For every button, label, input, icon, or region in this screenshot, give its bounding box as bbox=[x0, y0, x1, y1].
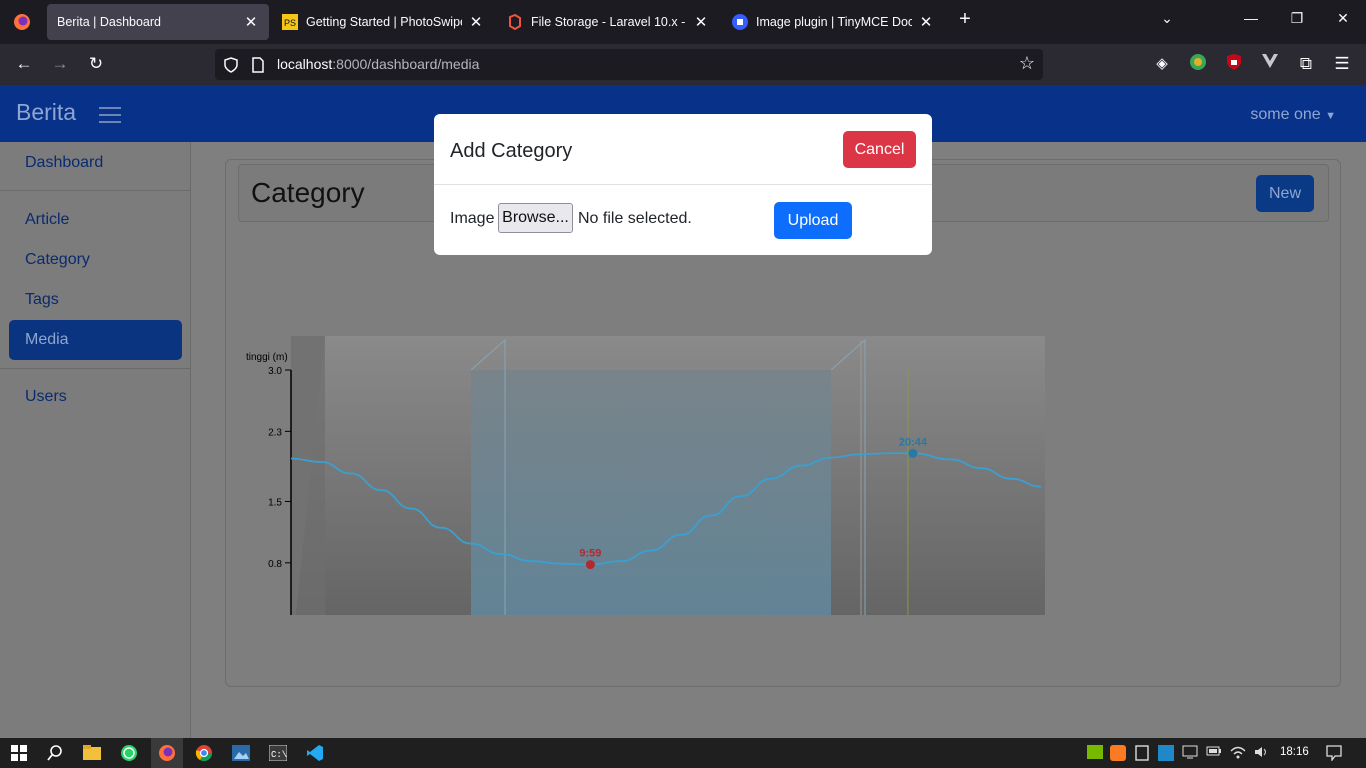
sidebar-item-media[interactable]: Media bbox=[9, 320, 182, 360]
windows-start-icon[interactable] bbox=[9, 743, 29, 763]
extension-icon[interactable] bbox=[1187, 53, 1209, 75]
image-label: Image bbox=[450, 210, 495, 227]
firefox-taskbar-icon[interactable] bbox=[151, 738, 183, 768]
close-tab-icon[interactable]: ✕ bbox=[918, 13, 934, 31]
photoswipe-icon: PS bbox=[282, 14, 298, 30]
minimize-icon[interactable]: — bbox=[1239, 10, 1263, 26]
page-icon bbox=[252, 57, 264, 73]
tide-extreme-label: 9:59 bbox=[579, 548, 601, 560]
add-category-modal: Add Category Cancel Image Browse... No f… bbox=[434, 114, 932, 255]
y-tick-label: 1.5 bbox=[268, 497, 282, 508]
firefox-menu-button[interactable] bbox=[8, 4, 36, 40]
laravel-icon bbox=[507, 14, 523, 30]
vue-devtools-icon[interactable] bbox=[1259, 53, 1281, 75]
tab-photoswipe[interactable]: PS Getting Started | PhotoSwipe ✕ bbox=[272, 4, 494, 40]
notifications-icon[interactable] bbox=[1326, 745, 1342, 762]
nvidia-tray-icon[interactable] bbox=[1087, 745, 1103, 761]
browser-tab-bar: Berita | Dashboard ✕ PS Getting Started … bbox=[0, 0, 1366, 44]
sidebar-item-dashboard[interactable]: Dashboard bbox=[25, 154, 103, 172]
tide-extreme-point bbox=[585, 560, 595, 570]
sidebar-divider bbox=[0, 368, 190, 369]
url-bar[interactable]: localhost:8000/dashboard/media ☆ bbox=[215, 49, 1043, 80]
cancel-button[interactable]: Cancel bbox=[843, 131, 916, 168]
tab-label: File Storage - Laravel 10.x - The bbox=[531, 15, 687, 29]
sidebar: Dashboard Article Category Tags Media Us… bbox=[0, 142, 191, 738]
modal-title: Add Category bbox=[450, 140, 573, 162]
sidebar-toggle-icon[interactable] bbox=[99, 107, 121, 123]
photos-icon[interactable] bbox=[231, 743, 251, 763]
file-status-text: No file selected. bbox=[578, 210, 692, 227]
y-axis-label: tinggi (m) bbox=[246, 352, 288, 363]
modal-divider bbox=[434, 184, 932, 185]
sidebar-item-users[interactable]: Users bbox=[25, 388, 67, 406]
new-tab-icon[interactable]: + bbox=[953, 8, 977, 31]
user-name: some one bbox=[1250, 106, 1321, 123]
caret-down-icon: ▼ bbox=[1325, 110, 1336, 122]
sidebar-item-article[interactable]: Article bbox=[25, 211, 69, 229]
file-explorer-icon[interactable] bbox=[82, 743, 102, 763]
taskbar: C:\ 18:16 bbox=[0, 738, 1366, 768]
url-host: localhost bbox=[277, 56, 333, 72]
svg-text:C:\: C:\ bbox=[271, 750, 287, 760]
network-settings-tray-icon[interactable] bbox=[1158, 745, 1174, 761]
tab-list-chevron-icon[interactable]: ⌄ bbox=[1155, 10, 1179, 27]
close-tab-icon[interactable]: ✕ bbox=[243, 13, 259, 31]
restore-icon[interactable]: ❐ bbox=[1285, 10, 1309, 27]
tab-label: Berita | Dashboard bbox=[57, 15, 161, 29]
tab-tinymce-image[interactable]: Image plugin | TinyMCE Docum ✕ bbox=[722, 4, 944, 40]
display-tray-icon[interactable] bbox=[1182, 745, 1198, 761]
shield-icon bbox=[224, 57, 238, 73]
tide-extreme-label: 20:44 bbox=[899, 436, 928, 448]
tablet-tray-icon[interactable] bbox=[1134, 745, 1150, 761]
battery-icon[interactable] bbox=[1206, 745, 1222, 761]
tide-chart: tinggi (m)3.02.31.50.80.00:002:004:006:0… bbox=[246, 336, 1045, 615]
tab-berita-dashboard[interactable]: Berita | Dashboard ✕ bbox=[47, 4, 269, 40]
close-window-icon[interactable]: ✕ bbox=[1331, 10, 1355, 27]
pocket-icon[interactable]: ◈ bbox=[1151, 53, 1173, 75]
xampp-tray-icon[interactable] bbox=[1110, 745, 1126, 761]
svg-text:PS: PS bbox=[284, 18, 296, 28]
whatsapp-icon[interactable] bbox=[119, 743, 139, 763]
app-menu-icon[interactable]: ☰ bbox=[1331, 53, 1353, 75]
brand-logo[interactable]: Berita bbox=[16, 99, 76, 126]
chart-background bbox=[291, 336, 1045, 615]
tab-laravel-storage[interactable]: File Storage - Laravel 10.x - The ✕ bbox=[497, 4, 719, 40]
back-icon[interactable]: ← bbox=[13, 53, 35, 75]
firefox-icon bbox=[14, 14, 30, 30]
new-button[interactable]: New bbox=[1256, 175, 1314, 212]
upload-button[interactable]: Upload bbox=[774, 202, 852, 239]
url-text: localhost:8000/dashboard/media bbox=[277, 56, 479, 72]
sidebar-item-tags[interactable]: Tags bbox=[25, 291, 59, 309]
y-tick-label: 0.8 bbox=[268, 559, 282, 570]
volume-icon[interactable] bbox=[1254, 745, 1270, 761]
url-path: :8000/dashboard/media bbox=[332, 56, 480, 72]
extensions-puzzle-icon[interactable]: ⧉ bbox=[1295, 53, 1317, 75]
tide-extreme-point bbox=[908, 448, 918, 458]
page-title: Category bbox=[251, 177, 365, 208]
close-tab-icon[interactable]: ✕ bbox=[468, 13, 484, 31]
browse-file-button[interactable]: Browse... bbox=[498, 203, 573, 233]
chart-left-wall bbox=[291, 336, 325, 615]
wifi-icon[interactable] bbox=[1230, 745, 1246, 761]
sidebar-divider bbox=[0, 190, 190, 191]
close-tab-icon[interactable]: ✕ bbox=[693, 13, 709, 31]
daylight-band bbox=[471, 370, 831, 615]
vscode-icon[interactable] bbox=[305, 743, 325, 763]
taskbar-clock[interactable]: 18:16 bbox=[1280, 746, 1309, 758]
sidebar-item-category[interactable]: Category bbox=[25, 251, 90, 269]
y-tick-label: 3.0 bbox=[268, 366, 282, 377]
terminal-icon[interactable]: C:\ bbox=[268, 743, 288, 763]
search-icon[interactable] bbox=[45, 743, 65, 763]
tinymce-icon bbox=[732, 14, 748, 30]
y-tick-label: 2.3 bbox=[268, 427, 282, 438]
ublock-icon[interactable] bbox=[1223, 53, 1245, 75]
tab-label: Getting Started | PhotoSwipe bbox=[306, 15, 462, 29]
reload-icon[interactable]: ↻ bbox=[85, 53, 107, 75]
chrome-icon[interactable] bbox=[194, 743, 214, 763]
tab-label: Image plugin | TinyMCE Docum bbox=[756, 15, 912, 29]
forward-icon[interactable]: → bbox=[49, 53, 71, 75]
user-dropdown[interactable]: some one ▼ bbox=[1250, 106, 1336, 124]
browser-nav-bar: ← → ↻ localhost:8000/dashboard/media ☆ ◈… bbox=[0, 44, 1366, 85]
bookmark-star-icon[interactable]: ☆ bbox=[1019, 53, 1035, 74]
